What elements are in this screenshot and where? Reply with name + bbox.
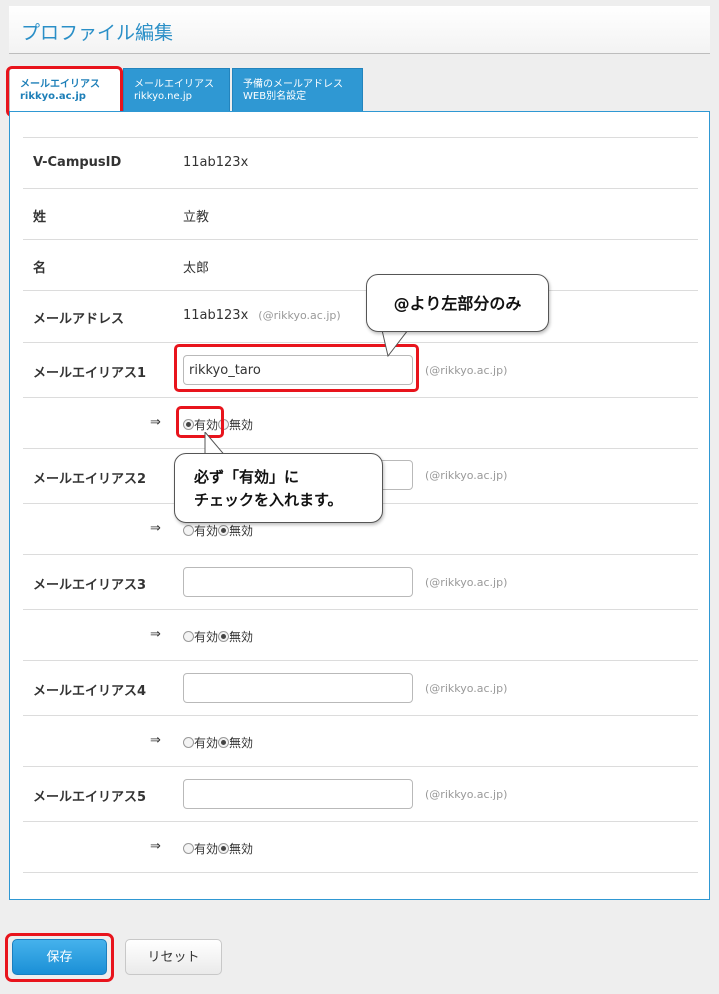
sei-value: 立教 bbox=[183, 210, 210, 225]
tab-alias-ne-line1: メールエイリアス bbox=[134, 79, 214, 90]
alias2-enabled-radio[interactable] bbox=[183, 525, 194, 536]
tab-backup-mail-line1: 予備のメールアドレス bbox=[243, 79, 343, 90]
mei-value: 太郎 bbox=[183, 261, 210, 276]
callout-check-line1: 必ず「有効」に bbox=[194, 468, 300, 486]
alias2-radio-group: 有効 無効 bbox=[183, 522, 253, 539]
alias2-label: メールエイリアス2 bbox=[33, 472, 147, 487]
alias3-enabled-label: 有効 bbox=[194, 630, 219, 644]
page-header: プロファイル編集 bbox=[9, 6, 710, 54]
alias2-arrow: ⇒ bbox=[150, 521, 161, 536]
alias5-arrow: ⇒ bbox=[150, 839, 161, 854]
alias5-disabled-label: 無効 bbox=[229, 842, 254, 856]
alias5-input[interactable] bbox=[183, 779, 413, 809]
alias3-row: メールエイリアス3 (@rikkyo.ac.jp) bbox=[23, 555, 698, 610]
tab-alias-ne[interactable]: メールエイリアス rikkyo.ne.jp bbox=[123, 68, 230, 112]
mail-domain: (@rikkyo.ac.jp) bbox=[258, 309, 341, 322]
alias2-enabled-label: 有効 bbox=[194, 524, 219, 538]
alias3-arrow: ⇒ bbox=[150, 627, 161, 642]
alias4-row: メールエイリアス4 (@rikkyo.ac.jp) bbox=[23, 661, 698, 716]
alias1-status-row: ⇒ 有効 無効 bbox=[23, 398, 698, 449]
alias5-label: メールエイリアス5 bbox=[33, 790, 147, 805]
vcampus-row: V-CampusID 11ab123x bbox=[23, 138, 698, 189]
alias1-domain: (@rikkyo.ac.jp) bbox=[425, 364, 508, 377]
alias5-disabled-radio[interactable] bbox=[218, 843, 230, 854]
alias2-disabled-label: 無効 bbox=[229, 524, 254, 538]
alias1-arrow: ⇒ bbox=[150, 415, 161, 430]
alias5-row: メールエイリアス5 (@rikkyo.ac.jp) bbox=[23, 767, 698, 822]
mail-label: メールアドレス bbox=[33, 312, 125, 327]
alias5-status-row: ⇒ 有効 無効 bbox=[23, 822, 698, 873]
alias3-disabled-radio[interactable] bbox=[218, 631, 230, 642]
callout-left-part-tail bbox=[381, 330, 409, 358]
alias1-label: メールエイリアス1 bbox=[33, 366, 147, 381]
tab-backup-mail-line2: WEB別名設定 bbox=[243, 91, 307, 102]
page-title: プロファイル編集 bbox=[21, 22, 174, 44]
vcampus-value: 11ab123x bbox=[183, 155, 249, 170]
alias5-domain: (@rikkyo.ac.jp) bbox=[425, 788, 508, 801]
save-button[interactable]: 保存 bbox=[12, 939, 107, 975]
alias3-domain: (@rikkyo.ac.jp) bbox=[425, 576, 508, 589]
callout-check: 必ず「有効」に チェックを入れます。 bbox=[174, 453, 383, 523]
sei-label: 姓 bbox=[33, 210, 47, 225]
reset-button[interactable]: リセット bbox=[125, 939, 222, 975]
alias4-disabled-label: 無効 bbox=[229, 736, 254, 750]
alias4-arrow: ⇒ bbox=[150, 733, 161, 748]
alias4-status-row: ⇒ 有効 無効 bbox=[23, 716, 698, 767]
alias3-status-row: ⇒ 有効 無効 bbox=[23, 610, 698, 661]
top-spacer-row bbox=[23, 112, 698, 138]
alias4-domain: (@rikkyo.ac.jp) bbox=[425, 682, 508, 695]
sei-row: 姓 立教 bbox=[23, 189, 698, 240]
alias3-radio-group: 有効 無効 bbox=[183, 628, 253, 645]
alias4-disabled-radio[interactable] bbox=[218, 737, 230, 748]
callout-left-part-text: @より左部分のみ bbox=[393, 294, 522, 313]
callout-check-line2: チェックを入れます。 bbox=[194, 491, 343, 509]
mail-value-wrap: 11ab123x (@rikkyo.ac.jp) bbox=[183, 308, 341, 323]
alias1-disabled-label: 無効 bbox=[229, 418, 254, 432]
alias4-enabled-radio[interactable] bbox=[183, 737, 194, 748]
alias3-input[interactable] bbox=[183, 567, 413, 597]
alias3-enabled-radio[interactable] bbox=[183, 631, 194, 642]
mei-row: 名 太郎 bbox=[23, 240, 698, 291]
mail-value: 11ab123x bbox=[183, 308, 249, 323]
alias4-enabled-label: 有効 bbox=[194, 736, 219, 750]
vcampus-label: V-CampusID bbox=[33, 155, 122, 170]
alias2-domain: (@rikkyo.ac.jp) bbox=[425, 469, 508, 482]
alias5-radio-group: 有効 無効 bbox=[183, 840, 253, 857]
callout-left-part: @より左部分のみ bbox=[366, 274, 549, 332]
alias5-enabled-radio[interactable] bbox=[183, 843, 194, 854]
alias3-label: メールエイリアス3 bbox=[33, 578, 147, 593]
mei-label: 名 bbox=[33, 261, 47, 276]
alias4-label: メールエイリアス4 bbox=[33, 684, 147, 699]
alias2-disabled-radio[interactable] bbox=[218, 525, 230, 536]
alias4-input[interactable] bbox=[183, 673, 413, 703]
mail-row: メールアドレス 11ab123x (@rikkyo.ac.jp) bbox=[23, 291, 698, 343]
alias3-disabled-label: 無効 bbox=[229, 630, 254, 644]
tab-backup-mail[interactable]: 予備のメールアドレス WEB別名設定 bbox=[232, 68, 363, 112]
alias4-radio-group: 有効 無効 bbox=[183, 734, 253, 751]
tab-highlight bbox=[6, 66, 123, 117]
tab-alias-ne-line2: rikkyo.ne.jp bbox=[134, 91, 192, 102]
alias5-enabled-label: 有効 bbox=[194, 842, 219, 856]
